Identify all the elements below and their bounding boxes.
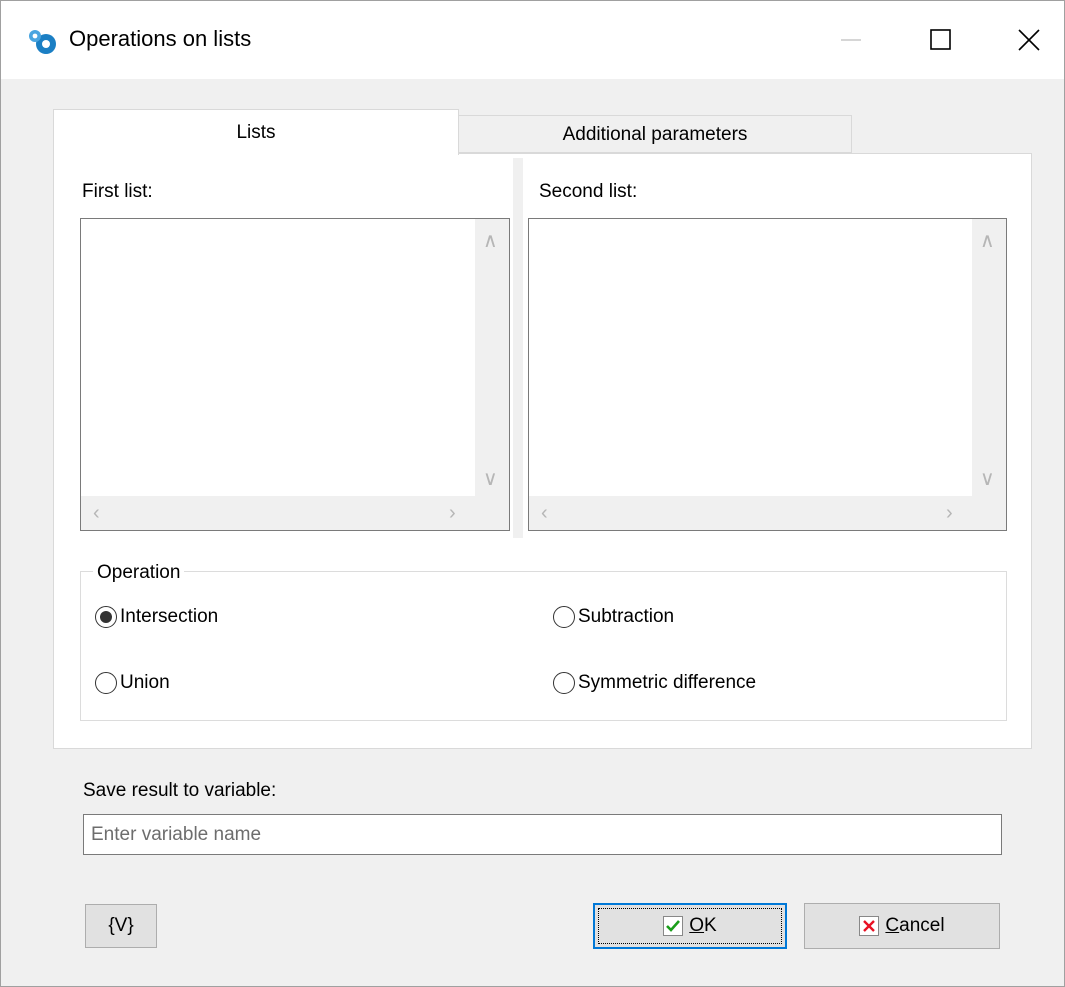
- radio-circle[interactable]: [553, 672, 575, 694]
- checkmark-icon: [663, 916, 684, 936]
- radio-label: Symmetric difference: [578, 672, 757, 693]
- radio-label: Union: [120, 672, 170, 693]
- radio-circle[interactable]: [553, 606, 575, 628]
- radio-union[interactable]: Union: [95, 672, 170, 694]
- scroll-right-icon[interactable]: ›: [946, 503, 953, 523]
- cancel-label: Cancel: [885, 915, 945, 936]
- second-list-box[interactable]: ∧ ∨ ‹ ›: [528, 218, 1007, 531]
- radio-intersection[interactable]: Intersection: [95, 606, 218, 628]
- close-button[interactable]: [984, 1, 1065, 79]
- second-list-vertical-scrollbar[interactable]: ∧ ∨: [972, 219, 1006, 496]
- scroll-down-icon[interactable]: ∨: [980, 469, 995, 489]
- minimize-icon: [841, 39, 861, 41]
- scrollbar-corner: [475, 496, 509, 530]
- ok-button[interactable]: OK: [593, 903, 787, 949]
- title-bar[interactable]: Operations on lists: [1, 1, 1064, 79]
- maximize-icon: [930, 29, 951, 50]
- scroll-up-icon[interactable]: ∧: [980, 231, 995, 251]
- first-list-label: First list:: [82, 181, 153, 202]
- radio-selected-dot: [100, 611, 112, 623]
- close-icon: [1018, 29, 1040, 51]
- scroll-down-icon[interactable]: ∨: [483, 469, 498, 489]
- first-list-horizontal-scrollbar[interactable]: ‹ ›: [81, 496, 475, 530]
- cancel-button[interactable]: Cancel: [804, 903, 1000, 949]
- second-list-horizontal-scrollbar[interactable]: ‹ ›: [529, 496, 972, 530]
- dialog-window: Operations on lists Lists Additional par…: [0, 0, 1065, 987]
- ok-label: OK: [689, 915, 717, 936]
- radio-symmetric-difference[interactable]: Symmetric difference: [553, 672, 756, 694]
- scroll-left-icon[interactable]: ‹: [93, 503, 100, 523]
- tab-lists[interactable]: Lists: [53, 109, 459, 155]
- radio-circle[interactable]: [95, 606, 117, 628]
- scroll-left-icon[interactable]: ‹: [541, 503, 548, 523]
- cancel-x-icon: [859, 916, 880, 936]
- scroll-up-icon[interactable]: ∧: [483, 231, 498, 251]
- window-title: Operations on lists: [69, 26, 252, 51]
- operation-group: [80, 571, 1007, 721]
- variable-name-field[interactable]: [83, 814, 1002, 855]
- first-list-vertical-scrollbar[interactable]: ∧ ∨: [475, 219, 509, 496]
- radio-label: Intersection: [120, 606, 219, 627]
- radio-label: Subtraction: [578, 606, 675, 627]
- radio-circle[interactable]: [95, 672, 117, 694]
- minimize-button[interactable]: [806, 1, 896, 79]
- scrollbar-corner: [972, 496, 1006, 530]
- variable-name-input[interactable]: [84, 815, 1001, 854]
- scroll-right-icon[interactable]: ›: [449, 503, 456, 523]
- save-result-label: Save result to variable:: [83, 780, 277, 801]
- maximize-button[interactable]: [896, 1, 986, 79]
- second-list-label: Second list:: [539, 181, 638, 202]
- insert-variable-button[interactable]: {V}: [85, 904, 157, 948]
- first-list-box[interactable]: ∧ ∨ ‹ ›: [80, 218, 510, 531]
- radio-subtraction[interactable]: Subtraction: [553, 606, 674, 628]
- app-gears-icon: [29, 30, 56, 54]
- operation-group-title: Operation: [93, 562, 185, 584]
- list-splitter[interactable]: [513, 158, 523, 538]
- tab-additional-parameters[interactable]: Additional parameters: [458, 115, 852, 153]
